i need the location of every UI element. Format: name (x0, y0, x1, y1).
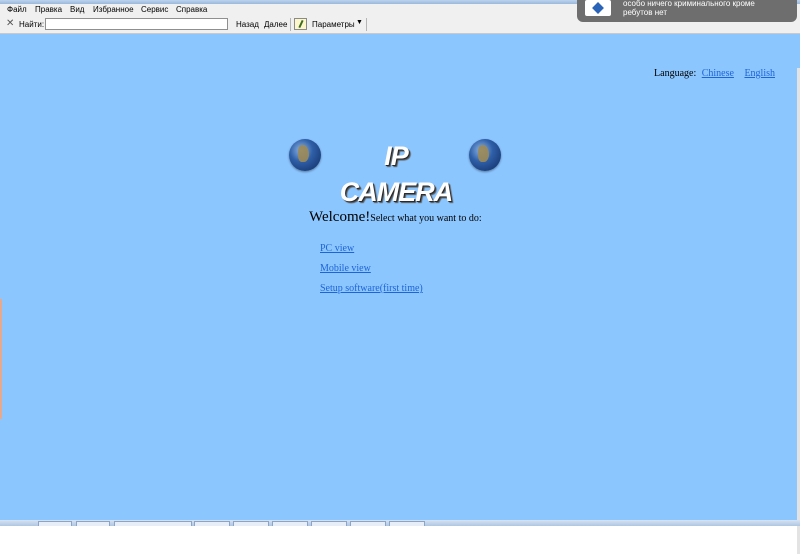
toolbar-divider (366, 18, 367, 31)
notification-text: особо ничего криминального кроме ребутов… (623, 0, 793, 17)
logo-text: IP CAMERA (339, 141, 454, 207)
app-icon (585, 0, 611, 16)
ip-camera-logo: IP CAMERA (289, 138, 503, 207)
globe-icon (469, 139, 501, 171)
globe-icon (289, 139, 321, 171)
taskbar-button[interactable] (350, 521, 386, 526)
find-back-button[interactable]: Назад (236, 20, 259, 29)
mobile-view-link[interactable]: Mobile view (320, 263, 423, 283)
menu-help[interactable]: Справка (176, 5, 207, 14)
taskbar-button[interactable] (311, 521, 347, 526)
language-selector: Language: Chinese English (654, 68, 775, 79)
menu-tools[interactable]: Сервис (141, 5, 168, 14)
notification-toast[interactable]: особо ничего криминального кроме ребутов… (577, 0, 797, 22)
menu-edit[interactable]: Правка (35, 5, 62, 14)
taskbar-button[interactable] (233, 521, 269, 526)
language-chinese-link[interactable]: Chinese (702, 68, 734, 79)
page-content: Language: Chinese English IP CAMERA Welc… (0, 34, 800, 554)
find-input[interactable] (45, 18, 228, 30)
close-icon[interactable]: ✕ (6, 18, 14, 29)
menu-view[interactable]: Вид (70, 5, 84, 14)
taskbar-button[interactable] (76, 521, 110, 526)
taskbar-button[interactable] (114, 521, 192, 526)
menu-file[interactable]: Файл (7, 5, 27, 14)
notification-line-1: особо ничего криминального кроме (623, 0, 755, 8)
welcome-instruction: Select what you want to do: (370, 213, 482, 224)
find-label: Найти: (19, 20, 45, 29)
notification-line-2: ребутов нет (623, 8, 667, 17)
taskbar-button[interactable] (272, 521, 308, 526)
taskbar-button[interactable] (38, 521, 72, 526)
find-next-button[interactable]: Далее (264, 20, 287, 29)
welcome-heading: Welcome! (309, 209, 371, 225)
welcome-message: Welcome!Select what you want to do: (309, 208, 482, 226)
toolbar-divider (290, 18, 291, 31)
pc-view-link[interactable]: PC view (320, 243, 423, 263)
taskbar-button[interactable] (389, 521, 425, 526)
menu-favorites[interactable]: Избранное (93, 5, 134, 14)
setup-software-link[interactable]: Setup software(first time) (320, 283, 423, 303)
action-links: PC view Mobile view Setup software(first… (320, 243, 423, 303)
find-options-button[interactable]: Параметры (312, 20, 355, 29)
chevron-down-icon[interactable]: ▼ (356, 19, 363, 26)
pencil-icon[interactable] (294, 18, 307, 30)
taskbar-bottom-edge (0, 520, 800, 526)
language-label: Language: (654, 68, 697, 79)
language-english-link[interactable]: English (744, 68, 775, 79)
taskbar-button[interactable] (194, 521, 230, 526)
window-edge (0, 299, 2, 419)
